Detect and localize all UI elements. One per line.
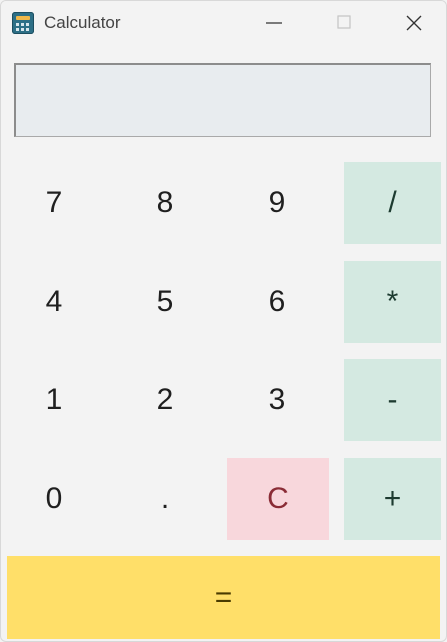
key-1[interactable]: 1: [5, 359, 103, 441]
result-display[interactable]: [14, 63, 431, 137]
key-4[interactable]: 4: [5, 261, 103, 343]
maximize-button[interactable]: [321, 7, 367, 39]
close-button[interactable]: [391, 7, 437, 39]
key-divide[interactable]: /: [344, 162, 441, 244]
key-8[interactable]: 8: [116, 162, 214, 244]
key-2[interactable]: 2: [116, 359, 214, 441]
key-multiply[interactable]: *: [344, 261, 441, 343]
key-6[interactable]: 6: [228, 261, 326, 343]
maximize-icon: [337, 15, 351, 29]
key-add[interactable]: +: [344, 458, 441, 540]
key-3[interactable]: 3: [228, 359, 326, 441]
calculator-app-icon: [12, 12, 34, 34]
key-5[interactable]: 5: [116, 261, 214, 343]
key-equals[interactable]: =: [7, 556, 440, 639]
close-icon: [406, 15, 422, 31]
key-subtract[interactable]: -: [344, 359, 441, 441]
key-0[interactable]: 0: [5, 458, 103, 540]
key-7[interactable]: 7: [5, 162, 103, 244]
minimize-icon: [266, 22, 282, 24]
window-title: Calculator: [44, 13, 121, 32]
minimize-button[interactable]: [251, 7, 297, 39]
calculator-window: Calculator 7 8 9 / 4 5 6 * 1 2 3 - 0 . C…: [0, 0, 447, 642]
title-bar: Calculator: [1, 1, 446, 45]
key-clear[interactable]: C: [227, 458, 329, 540]
key-9[interactable]: 9: [228, 162, 326, 244]
key-decimal[interactable]: .: [116, 458, 214, 540]
